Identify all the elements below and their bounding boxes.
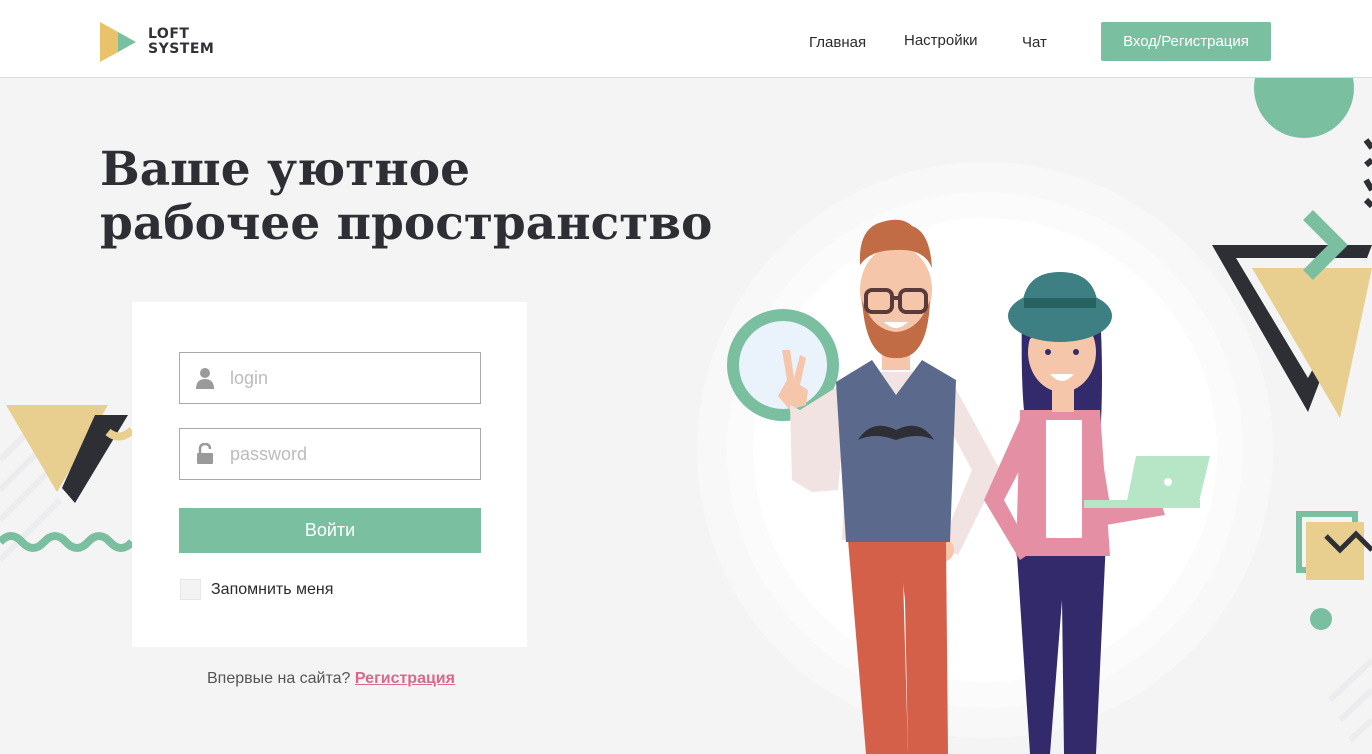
lock-icon bbox=[180, 429, 230, 479]
register-link[interactable]: Регистрация bbox=[355, 670, 455, 687]
hero-title: Ваше уютное рабочее пространство bbox=[100, 143, 712, 251]
login-input[interactable] bbox=[230, 367, 470, 389]
logo-text: LOFT SYSTEM bbox=[148, 27, 214, 57]
remember-me[interactable]: Запомнить меня bbox=[180, 579, 333, 600]
password-input[interactable] bbox=[230, 443, 470, 465]
hero-title-line-1: Ваше уютное bbox=[100, 142, 471, 197]
register-prompt-text: Впервые на сайта? bbox=[207, 670, 351, 687]
nav-item-chat[interactable]: Чат bbox=[1022, 34, 1047, 51]
man-figure bbox=[778, 219, 1000, 754]
submit-login-button[interactable]: Войти bbox=[179, 508, 481, 553]
login-field[interactable] bbox=[179, 352, 481, 404]
login-register-button[interactable]: Вход/Регистрация bbox=[1101, 22, 1271, 61]
top-header: LOFT SYSTEM Главная Настройки Чат Вход/Р… bbox=[0, 0, 1372, 78]
nav-item-settings[interactable]: Настройки bbox=[904, 32, 978, 49]
remember-me-checkbox[interactable] bbox=[180, 579, 201, 600]
hero-title-line-2: рабочее пространство bbox=[100, 196, 713, 251]
logo-line-1: LOFT bbox=[148, 26, 190, 42]
user-icon bbox=[180, 353, 230, 403]
login-card: Войти Запомнить меня bbox=[132, 302, 527, 647]
logo[interactable]: LOFT SYSTEM bbox=[100, 22, 214, 62]
register-prompt: Впервые на сайта? Регистрация bbox=[207, 670, 455, 688]
woman-figure bbox=[984, 272, 1210, 754]
password-field[interactable] bbox=[179, 428, 481, 480]
logo-line-2: SYSTEM bbox=[148, 41, 215, 57]
nav-item-home[interactable]: Главная bbox=[809, 34, 866, 51]
remember-me-label: Запомнить меня bbox=[211, 580, 334, 598]
logo-icon bbox=[100, 22, 136, 62]
